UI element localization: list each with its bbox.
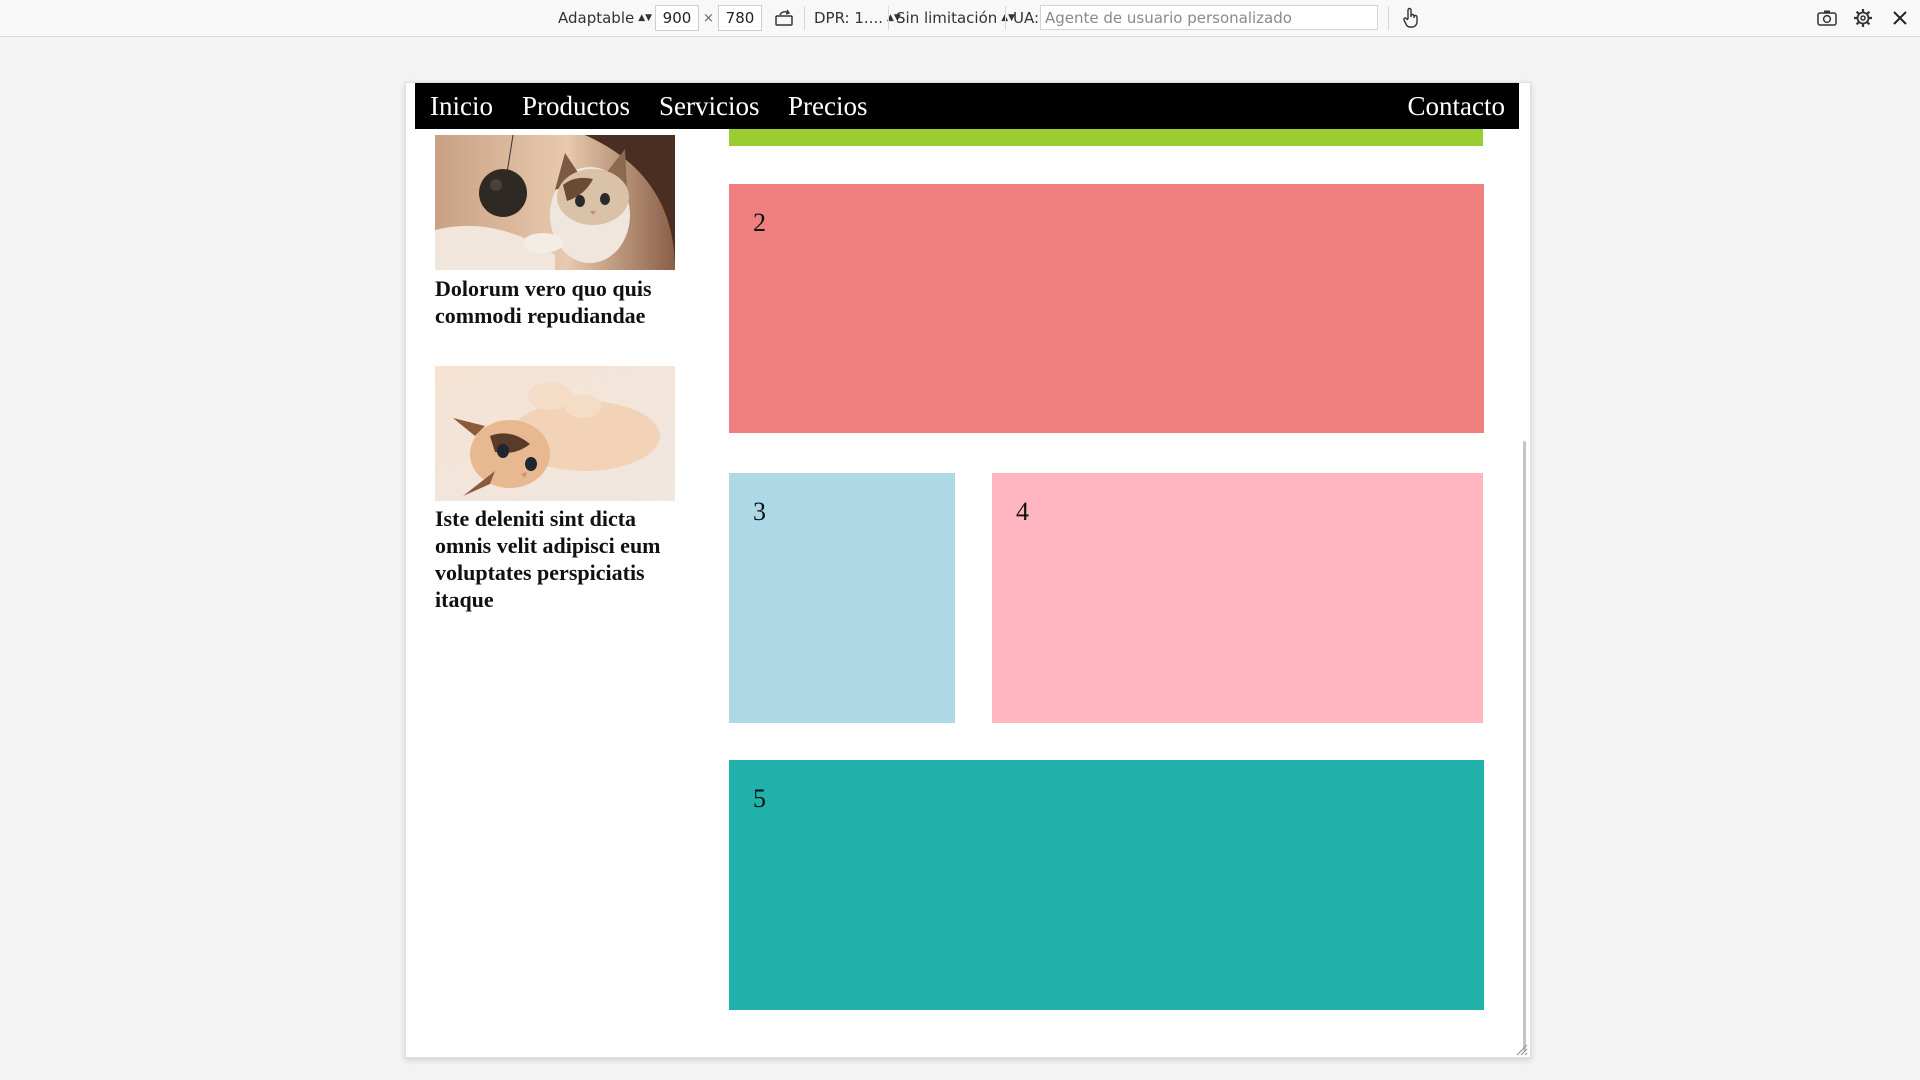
network-throttle-select[interactable]: Sin limitación ▲▼ xyxy=(896,0,1015,36)
box-1-partial xyxy=(729,129,1483,146)
nav-link-servicios[interactable]: Servicios xyxy=(659,83,760,129)
screenshot-camera-icon[interactable] xyxy=(1814,6,1840,30)
grid-box-3: 3 xyxy=(729,473,955,723)
box-number: 2 xyxy=(753,208,766,237)
ua-label: UA: xyxy=(1013,9,1040,27)
user-agent-input[interactable]: Agente de usuario personalizado xyxy=(1040,5,1378,30)
grid-box-4: 4 xyxy=(992,473,1483,723)
card-title[interactable]: Dolorum vero quo quis commodi repudianda… xyxy=(435,275,675,329)
throttle-label: Sin limitación xyxy=(896,9,998,27)
toolbar-divider xyxy=(1388,6,1389,30)
box-number: 5 xyxy=(753,784,766,813)
grid-box-2: 2 xyxy=(729,184,1484,433)
box-number: 3 xyxy=(753,497,766,526)
device-mode-select[interactable]: Adaptable ▲▼ xyxy=(558,0,652,36)
resize-handle-icon[interactable] xyxy=(1514,1041,1528,1056)
responsive-viewport: Inicio Productos Servicios Precios Conta… xyxy=(405,82,1531,1058)
touch-simulation-icon[interactable] xyxy=(1398,6,1424,30)
settings-gear-icon[interactable] xyxy=(1850,6,1876,30)
viewport-width-input[interactable]: 900 xyxy=(655,5,699,31)
responsive-design-toolbar: Adaptable ▲▼ 900 × 780 DPR: 1.... ▲▼ Sin… xyxy=(0,0,1920,37)
close-icon[interactable] xyxy=(1887,6,1913,30)
nav-link-inicio[interactable]: Inicio xyxy=(430,83,493,129)
kitten-lying-image xyxy=(435,366,675,501)
dpr-label: DPR: 1.... xyxy=(814,9,883,27)
nav-link-contacto[interactable]: Contacto xyxy=(1408,83,1505,129)
select-arrows-icon: ▲▼ xyxy=(638,13,653,23)
nav-link-precios[interactable]: Precios xyxy=(788,83,867,129)
kitten-with-yarn-image xyxy=(435,135,675,270)
nav-link-productos[interactable]: Productos xyxy=(522,83,630,129)
grid-box-5: 5 xyxy=(729,760,1484,1010)
toolbar-divider xyxy=(804,6,805,30)
box-number: 4 xyxy=(1016,497,1029,526)
top-navbar: Inicio Productos Servicios Precios Conta… xyxy=(415,83,1519,129)
vertical-scrollbar[interactable] xyxy=(1523,441,1526,1051)
device-mode-label: Adaptable xyxy=(558,9,635,27)
rotate-viewport-icon[interactable] xyxy=(771,6,797,30)
toolbar-divider xyxy=(888,6,889,30)
toolbar-divider xyxy=(1005,6,1006,30)
card-title[interactable]: Iste deleniti sint dicta omnis velit adi… xyxy=(435,505,675,613)
viewport-height-input[interactable]: 780 xyxy=(718,5,762,31)
dimension-separator: × xyxy=(703,10,714,26)
